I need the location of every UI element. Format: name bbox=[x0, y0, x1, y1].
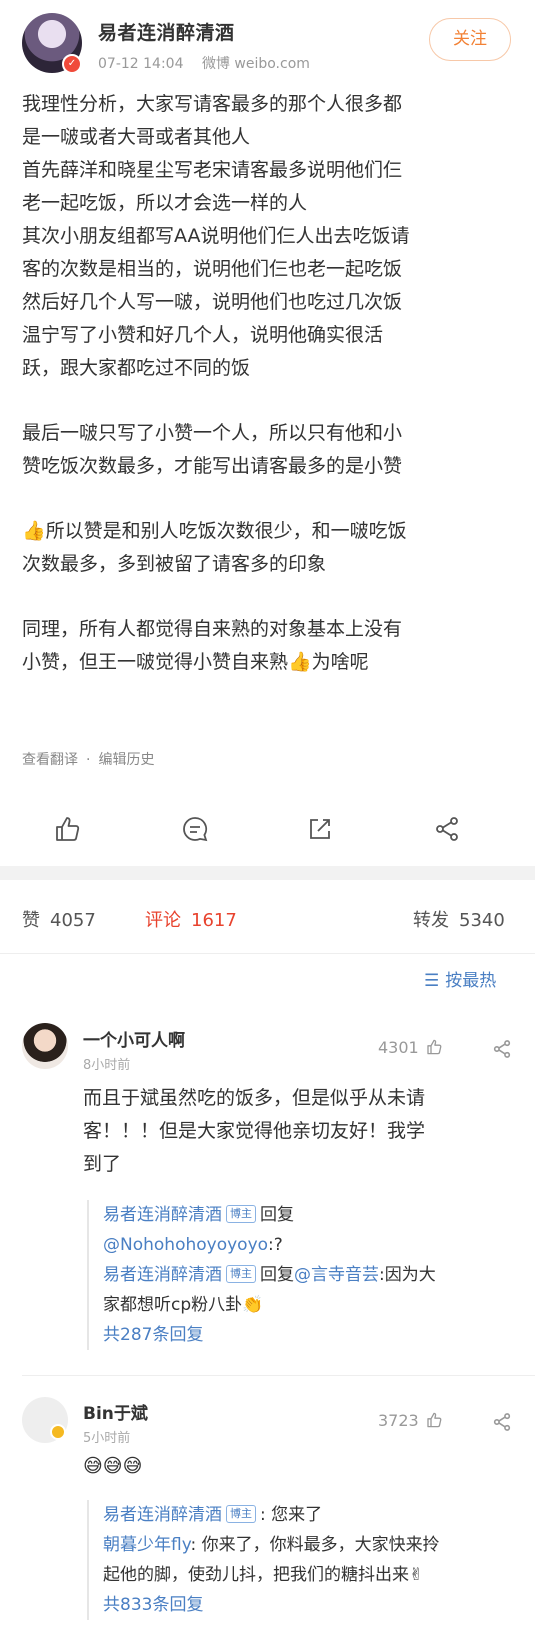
post-line: 👍所以赞是和别人吃饭次数很少，和一啵吃饭 bbox=[22, 520, 407, 542]
tab-comments-label: 评论 bbox=[145, 910, 181, 931]
reply-thread: 易者连消醉清酒 博主 回复 @Nohohohoyoyoyo:? 易者连消醉清酒 博主回… bbox=[87, 1200, 517, 1350]
post-line: 最后一啵只写了小赞一个人，所以只有他和小 bbox=[22, 422, 403, 444]
post-line: 小赞，但王一啵觉得小赞自来熟👍为啥呢 bbox=[22, 651, 369, 673]
verified-badge-icon: ✓ bbox=[62, 54, 82, 74]
comment-icon[interactable] bbox=[180, 814, 210, 844]
comment-text: 😅😅😅 bbox=[83, 1450, 513, 1483]
translate-link[interactable]: 查看翻译 bbox=[22, 752, 78, 768]
commenter-name[interactable]: 一个小可人啊 bbox=[83, 1026, 185, 1051]
reply-item[interactable]: 易者连消醉清酒 博主: 您来了 bbox=[103, 1500, 517, 1530]
edit-history-link[interactable]: 编辑历史 bbox=[98, 752, 154, 768]
section-separator bbox=[0, 866, 535, 880]
tab-likes-label: 赞 bbox=[22, 910, 40, 931]
action-bar bbox=[0, 800, 535, 860]
mention-link[interactable]: @言寺音芸 bbox=[294, 1265, 379, 1285]
like-icon bbox=[425, 1411, 443, 1433]
reply-author[interactable]: 易者连消醉清酒 bbox=[103, 1265, 222, 1285]
post-header: ✓ 易者连消醉清酒 07-12 14:04 微博 weibo.com 关注 bbox=[0, 0, 535, 86]
stats-tabs: 赞 4057 评论 1617 转发 5340 bbox=[0, 880, 535, 955]
reply-item: 起他的脚，使劲儿抖，把我们的糖抖出来✌ bbox=[103, 1560, 517, 1590]
reply-author[interactable]: 朝暮少年fly bbox=[103, 1535, 191, 1555]
tab-reposts[interactable]: 转发 5340 bbox=[413, 906, 505, 932]
post-meta: 07-12 14:04 微博 weibo.com bbox=[98, 53, 324, 73]
reply-item[interactable]: @Nohohohoyoyoyo:? bbox=[103, 1230, 517, 1260]
tab-reposts-count: 5340 bbox=[459, 910, 505, 931]
reply-text: :? bbox=[268, 1235, 283, 1255]
reply-text: : 您来了 bbox=[260, 1505, 323, 1525]
commenter-avatar[interactable] bbox=[22, 1023, 68, 1069]
comment-line: 😅😅😅 bbox=[83, 1455, 143, 1477]
post-line: 我理性分析，大家写请客最多的那个人很多都 bbox=[22, 93, 403, 115]
reply-text: :因为大 bbox=[379, 1265, 436, 1285]
reply-text: 起他的脚，使劲儿抖，把我们的糖抖出来✌ bbox=[103, 1565, 424, 1585]
comment-time: 5小时前 bbox=[83, 1431, 131, 1446]
comment-like-count: 3723 bbox=[378, 1411, 419, 1430]
post-line: 客的次数是相当的，说明他们仨也老一起吃饭 bbox=[22, 258, 403, 280]
post-line: 温宁写了小赞和好几个人，说明他确实很活 bbox=[22, 324, 384, 346]
reply-thread: 易者连消醉清酒 博主: 您来了 朝暮少年fly: 你来了，你料最多，大家快来拎 起… bbox=[87, 1500, 517, 1620]
like-icon[interactable] bbox=[52, 814, 82, 844]
repost-icon[interactable] bbox=[305, 814, 335, 844]
post-body: 我理性分析，大家写请客最多的那个人很多都 是一啵或者大哥或者其他人 首先薛洋和晓… bbox=[22, 88, 517, 679]
reply-item[interactable]: 朝暮少年fly: 你来了，你料最多，大家快来拎 bbox=[103, 1530, 517, 1560]
post-line: 首先薛洋和晓星尘写老宋请客最多说明他们仨 bbox=[22, 159, 403, 181]
author-tag: 博主 bbox=[226, 1505, 256, 1523]
post-date: 07-12 14:04 bbox=[98, 56, 184, 72]
post-line: 赞吃饭次数最多，才能写出请客最多的是小赞 bbox=[22, 455, 403, 477]
author-tag: 博主 bbox=[226, 1205, 256, 1223]
post-line: 老一起吃饭，所以才会选一样的人 bbox=[22, 192, 308, 214]
reply-author[interactable]: 易者连消醉清酒 bbox=[103, 1505, 222, 1525]
sort-toggle[interactable]: ☰ 按最热 bbox=[424, 966, 496, 991]
reply-text: 家都想听cp粉八卦👏 bbox=[103, 1295, 264, 1315]
divider bbox=[0, 953, 535, 954]
divider bbox=[22, 1375, 535, 1376]
post-line: 跃，跟大家都吃过不同的饭 bbox=[22, 357, 251, 379]
more-replies-link[interactable]: 共287条回复 bbox=[103, 1320, 517, 1350]
post-source: 微博 weibo.com bbox=[201, 56, 310, 72]
post-line: 是一啵或者大哥或者其他人 bbox=[22, 126, 251, 148]
author-tag: 博主 bbox=[226, 1265, 256, 1283]
reply-verb: 回复 bbox=[260, 1205, 294, 1225]
reply-text: : 你来了，你料最多，大家快来拎 bbox=[190, 1535, 440, 1555]
tab-likes-count: 4057 bbox=[50, 910, 96, 931]
separator-dot: · bbox=[86, 752, 91, 768]
comment-time: 8小时前 bbox=[83, 1058, 131, 1073]
comment-share-icon[interactable] bbox=[491, 1038, 513, 1060]
more-replies-link[interactable]: 共833条回复 bbox=[103, 1590, 517, 1620]
reply-item: 家都想听cp粉八卦👏 bbox=[103, 1290, 517, 1320]
commenter-name[interactable]: Bin于斌 bbox=[83, 1399, 148, 1424]
comment-line: 到了 bbox=[83, 1153, 122, 1175]
mention-link[interactable]: @Nohohohoyoyoyo bbox=[103, 1235, 268, 1255]
tab-comments-count: 1617 bbox=[191, 910, 237, 931]
comment-like-count: 4301 bbox=[378, 1038, 419, 1057]
verified-badge-icon bbox=[50, 1424, 66, 1440]
comment-like-button[interactable]: 4301 bbox=[378, 1038, 443, 1060]
post-line: 次数最多，多到被留了请客多的印象 bbox=[22, 553, 327, 575]
follow-button[interactable]: 关注 bbox=[429, 18, 511, 61]
sort-icon: ☰ bbox=[424, 971, 440, 991]
comment-line: 而且于斌虽然吃的饭多，但是似乎从未请 bbox=[83, 1087, 426, 1109]
tab-reposts-label: 转发 bbox=[413, 910, 449, 931]
reply-item[interactable]: 易者连消醉清酒 博主 回复 bbox=[103, 1200, 517, 1230]
reply-verb: 回复 bbox=[260, 1265, 294, 1285]
comment-like-button[interactable]: 3723 bbox=[378, 1411, 443, 1433]
post-line: 然后好几个人写一啵，说明他们也吃过几次饭 bbox=[22, 291, 403, 313]
like-icon bbox=[425, 1038, 443, 1060]
reply-author[interactable]: 易者连消醉清酒 bbox=[103, 1205, 222, 1225]
author-name[interactable]: 易者连消醉清酒 bbox=[98, 18, 235, 45]
share-icon[interactable] bbox=[432, 814, 462, 844]
post-extra-links: 查看翻译 · 编辑历史 bbox=[22, 749, 154, 769]
post-line: 同理，所有人都觉得自来熟的对象基本上没有 bbox=[22, 618, 403, 640]
tab-likes[interactable]: 赞 4057 bbox=[22, 906, 96, 932]
tab-comments[interactable]: 评论 1617 bbox=[145, 906, 237, 932]
sort-label: 按最热 bbox=[445, 971, 497, 991]
comment-line: 客！！！但是大家觉得他亲切友好！我学 bbox=[83, 1120, 426, 1142]
comment-text: 而且于斌虽然吃的饭多，但是似乎从未请 客！！！但是大家觉得他亲切友好！我学 到了 bbox=[83, 1082, 513, 1181]
comment-share-icon[interactable] bbox=[491, 1411, 513, 1433]
post-line: 其次小朋友组都写AA说明他们仨人出去吃饭请 bbox=[22, 225, 410, 247]
reply-item[interactable]: 易者连消醉清酒 博主 回复@言寺音芸:因为大 bbox=[103, 1260, 517, 1290]
